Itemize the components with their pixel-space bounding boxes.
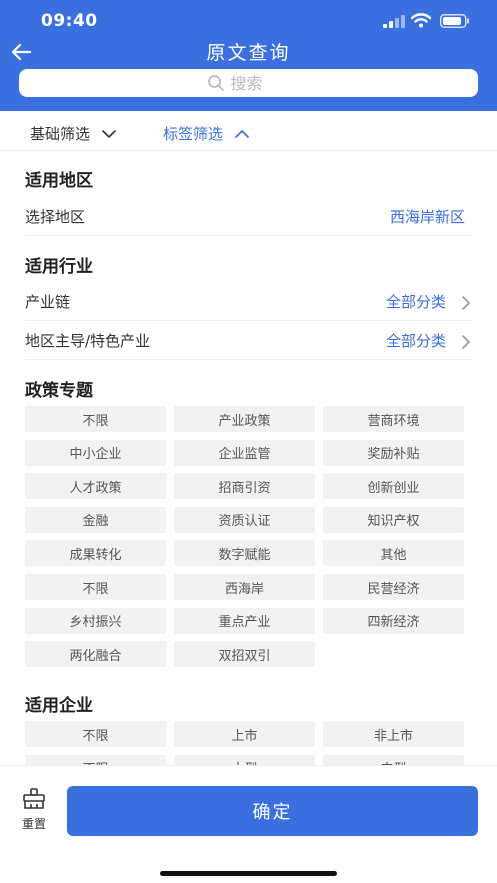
- filter-tag[interactable]: 上市: [174, 721, 315, 747]
- row-label: 产业链: [25, 293, 71, 311]
- tab-label: 标签筛选: [163, 125, 224, 143]
- tab-basic-filter[interactable]: 基础筛选: [30, 123, 116, 144]
- filter-tag[interactable]: 企业监管: [174, 439, 315, 466]
- filter-tag[interactable]: 乡村振兴: [25, 607, 166, 634]
- row-value: 全部分类: [385, 332, 446, 350]
- filter-tag[interactable]: 大型: [174, 754, 315, 765]
- filter-tabs: 基础筛选 标签筛选: [0, 111, 497, 151]
- home-indicator: [160, 871, 337, 876]
- tab-tag-filter[interactable]: 标签筛选: [163, 123, 249, 144]
- search-icon: [207, 75, 224, 91]
- filter-tag[interactable]: 中小企业: [25, 439, 166, 466]
- reset-button[interactable]: 重置: [14, 788, 54, 832]
- filter-tag[interactable]: 奖励补贴: [323, 439, 464, 466]
- row-value: 全部分类: [385, 293, 446, 311]
- filter-tag[interactable]: 不限: [25, 574, 166, 600]
- tab-label: 基础筛选: [30, 125, 91, 143]
- filter-tag[interactable]: 创新创业: [323, 473, 464, 500]
- filter-tag[interactable]: 招商引资: [174, 473, 315, 500]
- filter-tag[interactable]: 不限: [25, 406, 166, 432]
- section-title-industry: 适用行业: [25, 257, 93, 277]
- chevron-right-icon: [462, 335, 470, 349]
- row-label: 地区主导/特色产业: [25, 332, 151, 350]
- filter-tag[interactable]: 其他: [323, 540, 464, 567]
- filter-tag[interactable]: 四新经济: [323, 607, 464, 634]
- filter-tag[interactable]: 数字赋能: [174, 540, 315, 567]
- filter-tag[interactable]: 知识产权: [323, 506, 464, 533]
- wifi-icon: [411, 13, 431, 28]
- filter-tag[interactable]: 双招双引: [174, 641, 315, 668]
- filter-tag[interactable]: 中型: [323, 754, 464, 765]
- section-title-policy: 政策专题: [25, 381, 93, 401]
- featured-industry-row[interactable]: 地区主导/特色产业 全部分类: [25, 322, 473, 360]
- page-title: 原文查询: [206, 42, 291, 64]
- section-title-enterprise: 适用企业: [25, 696, 93, 716]
- filter-tag[interactable]: 人才政策: [25, 473, 166, 500]
- filter-tag[interactable]: 不限: [25, 754, 166, 765]
- filter-tag[interactable]: 西海岸: [174, 574, 315, 600]
- section-title-region: 适用地区: [25, 171, 93, 191]
- filter-tag[interactable]: 成果转化: [25, 540, 166, 567]
- row-label: 选择地区: [25, 208, 86, 226]
- confirm-button[interactable]: 确定: [67, 786, 478, 836]
- filter-tag[interactable]: 非上市: [323, 721, 464, 747]
- search-bar[interactable]: [19, 69, 478, 97]
- broom-icon: [23, 788, 45, 809]
- filter-content[interactable]: 适用地区 选择地区 西海岸新区 适用行业 产业链 全部分类 地区主导/特色产业 …: [0, 151, 497, 765]
- battery-icon: [440, 14, 469, 28]
- filter-tag[interactable]: 不限: [25, 721, 166, 747]
- bottom-action-bar: 重置 确定: [0, 765, 497, 883]
- chevron-up-icon: [235, 129, 249, 138]
- filter-tag[interactable]: 营商环境: [323, 406, 464, 432]
- status-time: 09:40: [41, 11, 98, 31]
- industry-chain-row[interactable]: 产业链 全部分类: [25, 283, 473, 321]
- region-select-row[interactable]: 选择地区 西海岸新区: [25, 198, 473, 236]
- header: 09:40 原文查询: [0, 0, 497, 111]
- filter-tag[interactable]: 两化融合: [25, 641, 166, 668]
- chevron-right-icon: [462, 296, 470, 310]
- reset-label: 重置: [21, 817, 46, 831]
- filter-tag[interactable]: 民营经济: [323, 574, 464, 600]
- cellular-signal-icon: [383, 15, 405, 28]
- row-value: 西海岸新区: [389, 208, 465, 226]
- filter-tag[interactable]: 金融: [25, 506, 166, 533]
- filter-tag[interactable]: 资质认证: [174, 506, 315, 533]
- search-input[interactable]: [230, 73, 291, 93]
- filter-tag[interactable]: 产业政策: [174, 406, 315, 432]
- chevron-down-icon: [102, 129, 116, 138]
- filter-tag[interactable]: 重点产业: [174, 607, 315, 634]
